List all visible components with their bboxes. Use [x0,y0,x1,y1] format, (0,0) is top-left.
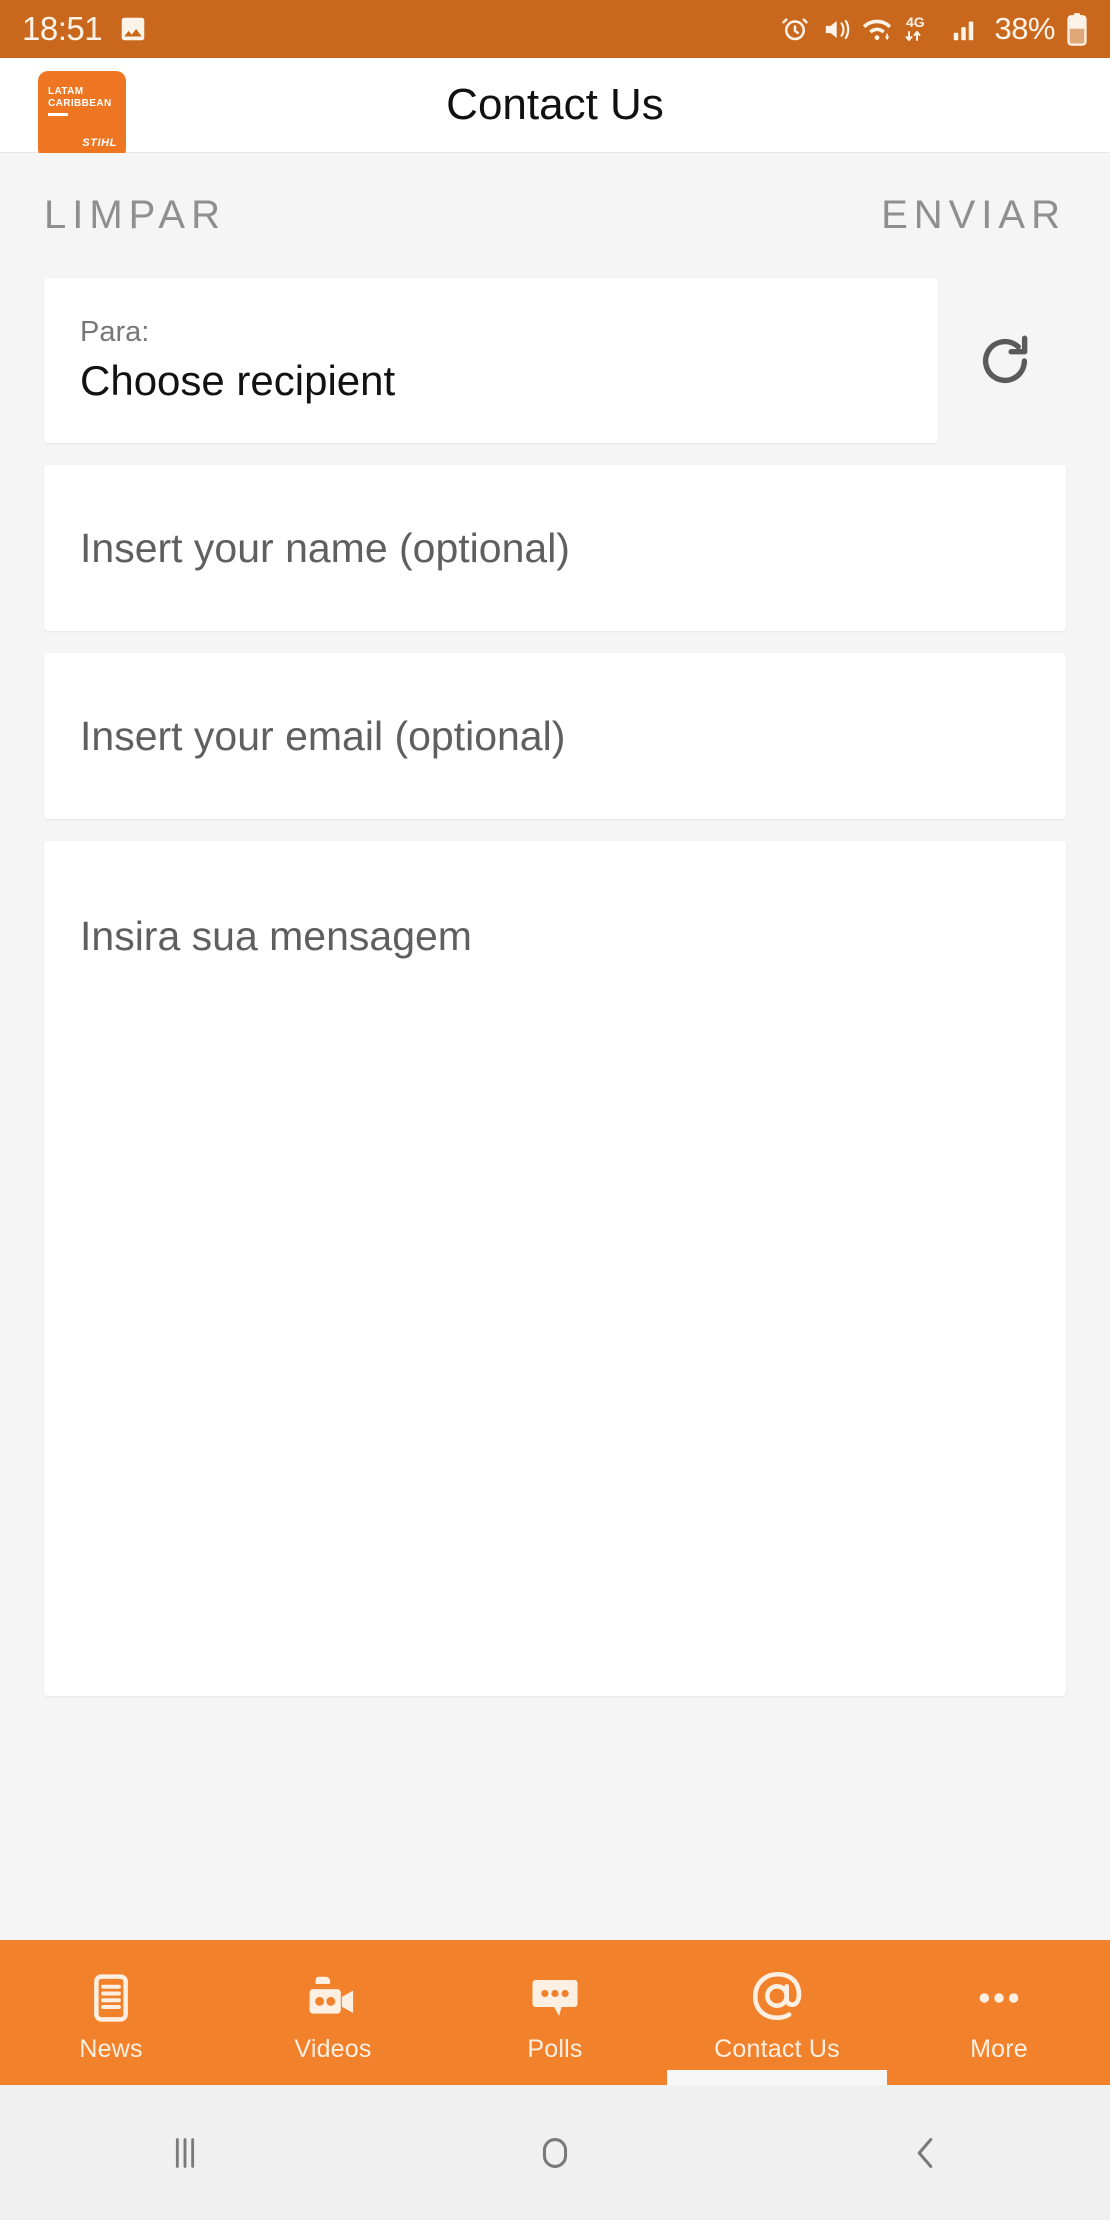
recipient-value: Choose recipient [80,357,396,404]
name-field[interactable]: Insert your name (optional) [44,465,1066,631]
bottom-navigation: News Videos Polls Contact Us More [0,1940,1110,2085]
status-bar: 18:51 4G 38% [0,0,1110,58]
email-field[interactable]: Insert your email (optional) [44,653,1066,819]
email-field-placeholder: Insert your email (optional) [80,712,566,759]
form-action-row: LIMPAR ENVIAR [0,153,1110,278]
clear-button[interactable]: LIMPAR [44,193,226,238]
video-camera-icon [304,1969,362,2025]
android-navigation-bar [0,2085,1110,2220]
svg-text:4G: 4G [906,14,925,30]
nav-label-videos: Videos [294,2035,372,2063]
recipient-label: Para: [80,316,150,348]
battery-percent: 38% [994,11,1055,46]
4g-icon: 4G [904,13,938,45]
status-bar-right: 4G 38% [780,11,1088,47]
app-logo[interactable]: LATAM CARIBBEAN STIHL [38,71,126,159]
logo-brand-text: STIHL [82,137,117,149]
nav-item-more[interactable]: More [888,1940,1110,2085]
nav-item-contact-us[interactable]: Contact Us [666,1940,888,2085]
refresh-icon[interactable] [970,326,1040,396]
recipient-row: Para: Choose recipient [0,278,1110,443]
battery-icon [1066,12,1088,46]
status-bar-left: 18:51 [22,10,148,48]
active-tab-indicator [667,2070,887,2085]
mute-vibrate-icon [821,15,850,44]
message-field-placeholder: Insira sua mensagem [80,913,472,959]
app-bar: LATAM CARIBBEAN STIHL Contact Us [0,58,1110,159]
nav-label-contact-us: Contact Us [714,2035,840,2063]
image-icon [118,14,148,44]
phone-screen: 18:51 4G 38% LATAM CARIBBEAN STIHL Conta… [0,0,1110,2220]
logo-line-2: CARIBBEAN [48,98,112,109]
nav-label-news: News [79,2035,143,2063]
logo-dash [48,113,68,116]
logo-region-text: LATAM CARIBBEAN [48,86,112,110]
at-sign-icon [748,1969,806,2025]
nav-label-polls: Polls [527,2035,583,2063]
nav-label-more: More [970,2035,1028,2063]
news-document-icon [84,1969,138,2025]
contact-form: Para: Choose recipient Insert your name … [0,278,1110,1696]
status-time: 18:51 [22,10,103,47]
back-icon[interactable] [740,2130,1110,2176]
nav-item-news[interactable]: News [0,1940,222,2085]
logo-line-1: LATAM [48,86,84,97]
recents-icon[interactable] [0,2130,370,2176]
recipient-selector[interactable]: Para: Choose recipient [44,278,938,443]
page-title: Contact Us [446,80,664,129]
home-icon[interactable] [370,2130,740,2176]
nav-item-polls[interactable]: Polls [444,1940,666,2085]
message-field[interactable]: Insira sua mensagem [44,841,1066,1696]
ellipsis-icon [972,1969,1026,2025]
name-field-placeholder: Insert your name (optional) [80,524,570,571]
alarm-icon [780,14,810,44]
signal-icon [949,14,981,44]
send-button[interactable]: ENVIAR [881,193,1066,238]
nav-item-videos[interactable]: Videos [222,1940,444,2085]
chat-bubble-icon [528,1969,582,2025]
wifi-icon [861,13,893,45]
